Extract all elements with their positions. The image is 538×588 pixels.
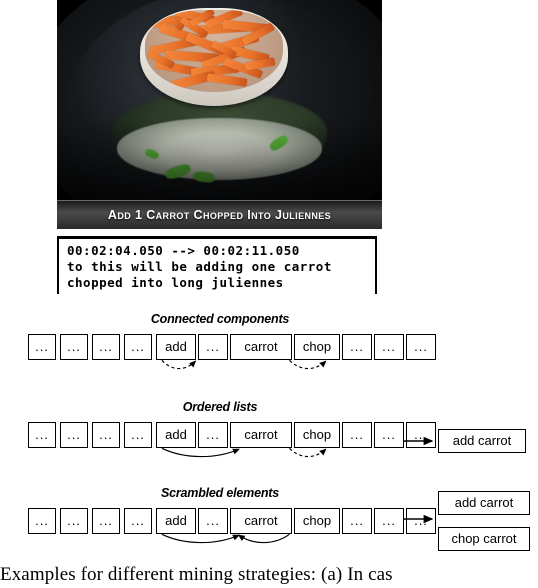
token-box-chop[interactable]: chop <box>294 334 340 360</box>
section-title-connected-components: Connected components <box>150 312 290 326</box>
token-box-ellipsis[interactable]: ... <box>124 422 152 448</box>
token-box-ellipsis[interactable]: ... <box>28 422 56 448</box>
subtitle-timecode: 00:02:04.050 --> 00:02:11.050 <box>67 243 300 258</box>
token-box-add[interactable]: add <box>156 334 196 360</box>
token-box-ellipsis[interactable]: ... <box>124 334 152 360</box>
result-arrow-ordered-lists <box>404 436 434 446</box>
token-box-ellipsis[interactable]: ... <box>28 508 56 534</box>
subtitle-text-line-1: to this will be adding one carrot <box>67 259 332 274</box>
result-box-chop-carrot: chop carrot <box>438 527 530 551</box>
arrow-overlay-ordered-lists <box>161 447 327 458</box>
result-box-add-carrot: add carrot <box>438 429 526 453</box>
token-box-carrot[interactable]: carrot <box>230 334 292 360</box>
subtitle-block: 00:02:04.050 --> 00:02:11.050 to this wi… <box>57 236 377 294</box>
token-box-ellipsis[interactable]: ... <box>92 508 120 534</box>
token-box-ellipsis[interactable]: ... <box>342 334 372 360</box>
result-arrow-scrambled-elements <box>404 514 434 524</box>
arrow-overlay-connected-components <box>161 359 327 370</box>
arrow-overlay-scrambled-elements <box>161 533 290 544</box>
video-caption-text: Add 1 Carrot Chopped Into Juliennes <box>107 208 332 222</box>
token-box-carrot[interactable]: carrot <box>230 508 292 534</box>
token-box-ellipsis[interactable]: ... <box>60 508 88 534</box>
section-title-scrambled-elements: Scrambled elements <box>161 486 279 500</box>
token-box-ellipsis[interactable]: ... <box>374 508 404 534</box>
token-box-ellipsis[interactable]: ... <box>92 334 120 360</box>
token-box-chop[interactable]: chop <box>294 422 340 448</box>
token-box-ellipsis[interactable]: ... <box>198 422 228 448</box>
token-box-ellipsis[interactable]: ... <box>92 422 120 448</box>
token-box-add[interactable]: add <box>156 508 196 534</box>
bowl-contents <box>145 10 283 92</box>
token-box-ellipsis[interactable]: ... <box>342 508 372 534</box>
video-frame: Add 1 Carrot Chopped Into Juliennes <box>57 0 382 229</box>
token-box-ellipsis[interactable]: ... <box>406 334 436 360</box>
token-box-ellipsis[interactable]: ... <box>60 334 88 360</box>
subtitle-text-line-2: chopped into long juliennes <box>67 275 284 290</box>
token-box-carrot[interactable]: carrot <box>230 422 292 448</box>
token-box-ellipsis[interactable]: ... <box>374 334 404 360</box>
token-box-ellipsis[interactable]: ... <box>198 508 228 534</box>
token-box-ellipsis[interactable]: ... <box>28 334 56 360</box>
token-box-ellipsis[interactable]: ... <box>374 422 404 448</box>
result-box-add-carrot: add carrot <box>438 491 530 515</box>
token-box-ellipsis[interactable]: ... <box>60 422 88 448</box>
carrot-julienne-stick <box>244 57 276 71</box>
token-box-ellipsis[interactable]: ... <box>342 422 372 448</box>
figure-caption: Examples for different mining strategies… <box>0 564 393 585</box>
video-caption-bar: Add 1 Carrot Chopped Into Juliennes <box>57 200 382 229</box>
token-box-add[interactable]: add <box>156 422 196 448</box>
section-title-ordered-lists: Ordered lists <box>182 400 258 414</box>
token-box-ellipsis[interactable]: ... <box>198 334 228 360</box>
carrot-julienne-stick <box>206 73 248 87</box>
token-box-ellipsis[interactable]: ... <box>124 508 152 534</box>
token-box-chop[interactable]: chop <box>294 508 340 534</box>
